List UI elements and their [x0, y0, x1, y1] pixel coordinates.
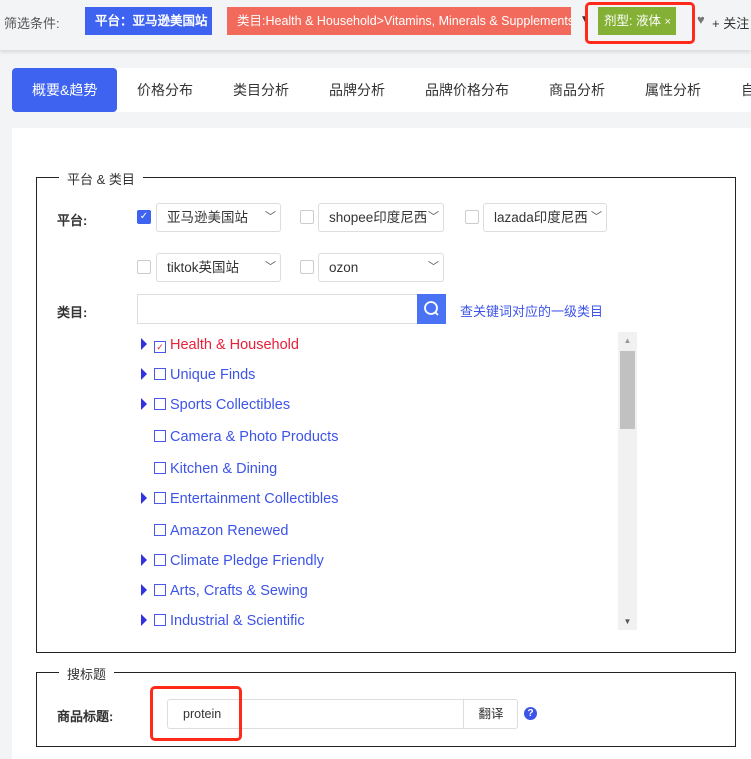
scroll-down-icon[interactable]: ▼ — [618, 617, 637, 626]
category-checkbox[interactable] — [154, 398, 166, 410]
category-name: Health & Household — [170, 337, 299, 353]
scrollbar-thumb[interactable] — [620, 351, 635, 429]
platform-checkbox-lazada[interactable] — [465, 210, 479, 224]
category-name: Amazon Renewed — [170, 523, 289, 539]
category-tree-item[interactable]: Climate Pledge Friendly — [141, 551, 324, 571]
category-checkbox[interactable] — [154, 430, 166, 442]
chevron-down-icon: ﹀ — [428, 261, 439, 273]
scrollbar[interactable]: ▲ ▼ — [618, 332, 637, 630]
category-search-input[interactable] — [137, 294, 418, 324]
category-name: Camera & Photo Products — [170, 429, 339, 445]
section-legend: 搜标题 — [59, 664, 115, 683]
expand-arrow-icon[interactable] — [141, 368, 147, 380]
platform-checkbox-shopee[interactable] — [300, 210, 314, 224]
category-checkbox[interactable] — [154, 492, 166, 504]
platform-label: 平台: — [57, 213, 88, 228]
chevron-down-icon: ﹀ — [265, 211, 276, 223]
expand-arrow-icon[interactable] — [141, 398, 147, 410]
filter-label: 筛选条件: — [4, 16, 60, 31]
platform-select-amazon[interactable]: 亚马逊美国站 ﹀ — [156, 203, 281, 232]
category-tree-item[interactable]: Kitchen & Dining — [141, 459, 277, 479]
category-tree-item[interactable]: Camera & Photo Products — [141, 427, 338, 447]
tab-bar: 概要&趋势 价格分布 类目分析 品牌分析 品牌价格分布 商品分析 属性分析 自 — [12, 68, 751, 112]
tab-brand[interactable]: 品牌分析 — [329, 68, 385, 112]
expand-arrow-icon[interactable] — [141, 554, 147, 566]
search-icon — [424, 301, 439, 316]
product-title-label: 商品标题: — [57, 709, 114, 724]
select-value: ozon — [329, 260, 359, 275]
platform-checkbox-amazon[interactable]: ✓ — [137, 210, 151, 224]
expand-arrow-icon[interactable] — [141, 584, 147, 596]
translate-button[interactable]: 翻译 — [463, 700, 518, 728]
tab-price[interactable]: 价格分布 — [137, 68, 193, 112]
category-filter-tag[interactable]: 类目:Health & Household>Vitamins, Minerals… — [227, 7, 571, 35]
title-search-section: 搜标题 商品标题: protein 翻译 ? — [36, 664, 736, 747]
platform-select-tiktok[interactable]: tiktok英国站 ﹀ — [156, 253, 281, 282]
category-tree-item[interactable]: Sports Collectibles — [141, 395, 290, 415]
follow-button[interactable]: + 关注 — [712, 13, 749, 32]
filter-bar: 筛选条件: 平台：亚马逊美国站 类目:Health & Household>Vi… — [0, 0, 751, 50]
category-name: Arts, Crafts & Sewing — [170, 583, 308, 599]
help-icon[interactable]: ? — [524, 707, 537, 720]
tab-more[interactable]: 自 — [741, 68, 751, 112]
select-value: lazada印度尼西 — [494, 210, 588, 225]
category-checkbox[interactable] — [154, 614, 166, 626]
section-legend: 平台 & 类目 — [59, 169, 143, 188]
chevron-down-icon: ﹀ — [265, 261, 276, 273]
expand-arrow-icon[interactable] — [141, 492, 147, 504]
category-name: Entertainment Collectibles — [170, 491, 339, 507]
heart-icon[interactable]: ♥ — [697, 12, 705, 27]
expand-arrow-icon[interactable] — [141, 338, 147, 350]
category-checkbox[interactable] — [154, 462, 166, 474]
category-keyword-link[interactable]: 查关键词对应的一级类目 — [460, 301, 603, 320]
category-tree-item[interactable]: Entertainment Collectibles — [141, 489, 338, 509]
select-value: 亚马逊美国站 — [167, 210, 248, 225]
platform-select-shopee[interactable]: shopee印度尼西 ﹀ — [318, 203, 444, 232]
category-tree: ✓ Health & Household Unique Finds Sports Co… — [141, 332, 638, 630]
category-name: Kitchen & Dining — [170, 461, 278, 477]
tab-product[interactable]: 商品分析 — [549, 68, 605, 112]
select-value: tiktok英国站 — [167, 260, 240, 275]
category-label: 类目: — [57, 305, 88, 320]
category-tree-item[interactable]: Unique Finds — [141, 365, 255, 385]
platform-select-ozon[interactable]: ozon ﹀ — [318, 253, 444, 282]
platform-category-section: 平台 & 类目 平台: ✓ 亚马逊美国站 ﹀ shopee印度尼西 ﹀ lazada… — [36, 169, 736, 653]
tab-attribute[interactable]: 属性分析 — [645, 68, 701, 112]
category-checkbox[interactable] — [154, 524, 166, 536]
category-checkbox[interactable] — [154, 584, 166, 596]
category-checkbox[interactable] — [154, 368, 166, 380]
category-name: Unique Finds — [170, 367, 256, 383]
category-tree-item[interactable]: Industrial & Scientific — [141, 611, 305, 630]
tab-category[interactable]: 类目分析 — [233, 68, 289, 112]
chevron-down-icon: ﹀ — [591, 211, 602, 223]
platform-select-lazada[interactable]: lazada印度尼西 ﹀ — [483, 203, 607, 232]
scroll-up-icon[interactable]: ▲ — [618, 336, 637, 345]
category-tree-item[interactable]: Amazon Renewed — [141, 521, 289, 541]
category-tree-item[interactable]: ✓ Health & Household — [141, 335, 299, 355]
tab-overview[interactable]: 概要&趋势 — [12, 68, 118, 112]
tab-brand-price[interactable]: 品牌价格分布 — [425, 68, 509, 112]
platform-checkbox-tiktok[interactable] — [137, 260, 151, 274]
select-value: shopee印度尼西 — [329, 210, 428, 225]
category-checkbox[interactable]: ✓ — [154, 341, 166, 353]
category-name: Climate Pledge Friendly — [170, 553, 324, 569]
expand-arrow-icon[interactable] — [141, 614, 147, 626]
category-name: Sports Collectibles — [170, 397, 291, 413]
platform-checkbox-ozon[interactable] — [300, 260, 314, 274]
highlight-box — [585, 2, 695, 44]
chevron-down-icon: ﹀ — [428, 211, 439, 223]
category-checkbox[interactable] — [154, 554, 166, 566]
platform-filter-tag[interactable]: 平台：亚马逊美国站 — [85, 7, 212, 35]
category-tree-item[interactable]: Arts, Crafts & Sewing — [141, 581, 308, 601]
highlight-box — [150, 686, 242, 741]
category-search-button[interactable] — [417, 294, 446, 324]
category-name: Industrial & Scientific — [170, 613, 305, 629]
